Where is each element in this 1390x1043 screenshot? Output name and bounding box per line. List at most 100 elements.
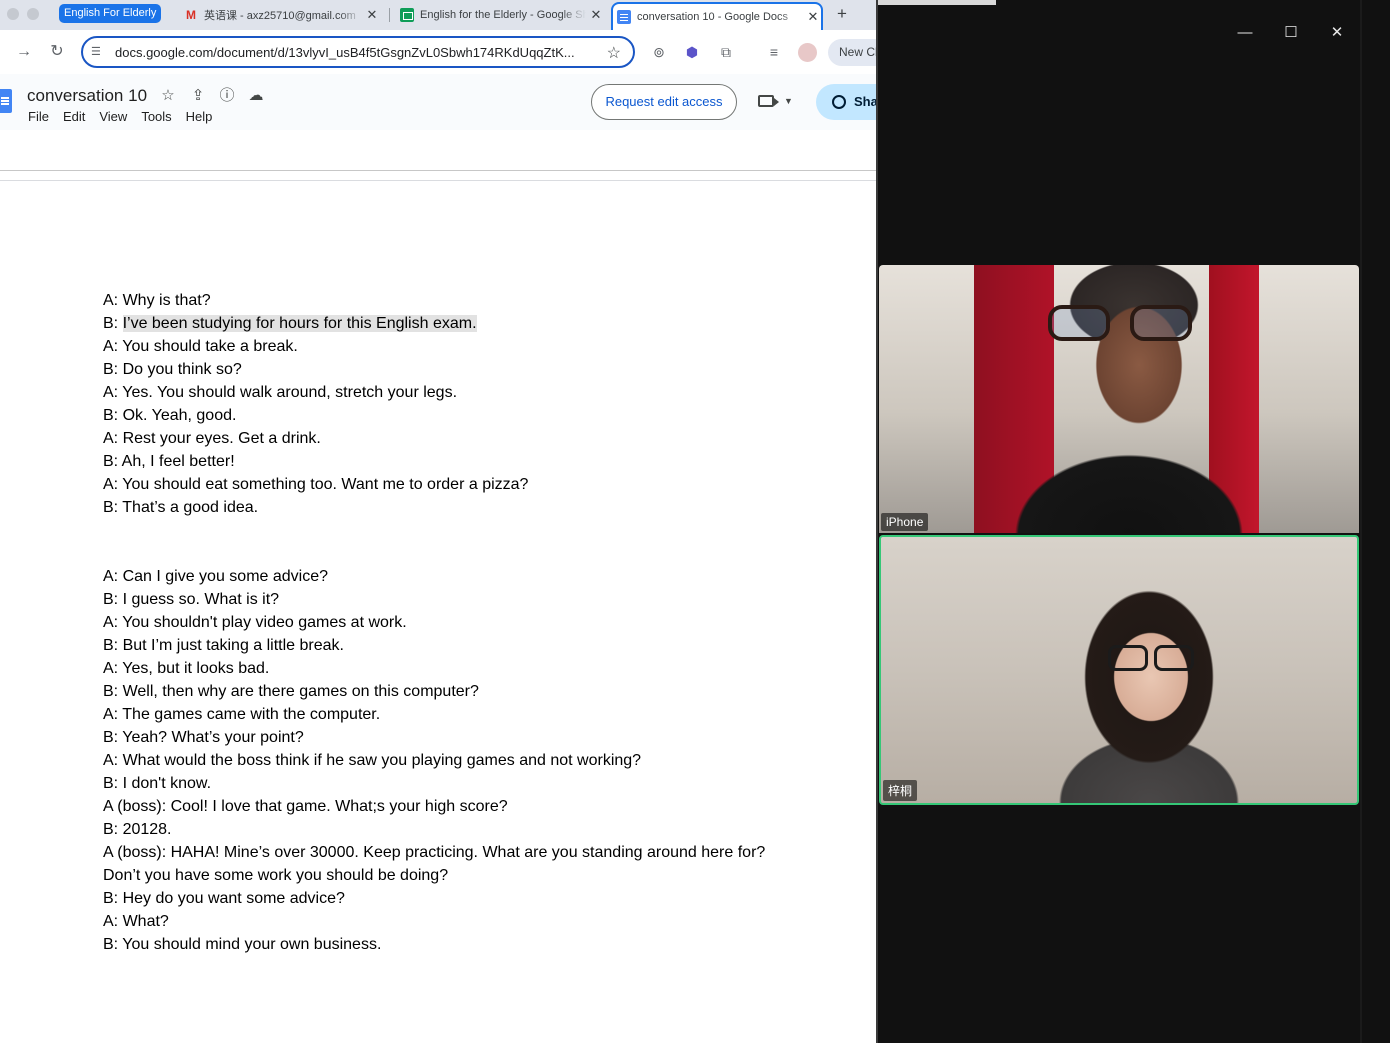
dialogue-line: A: Yes. You should walk around, stretch … — [103, 384, 458, 401]
video-call-window: — ☐ ✕ iPhone 梓桐 — [878, 0, 1390, 1043]
dialogue-line: B: I don't know. — [103, 775, 212, 792]
extensions-puzzle-icon[interactable]: ⧉ — [717, 43, 735, 61]
new-chrome-available-button[interactable]: New Chrome available — [828, 39, 878, 66]
highlighted-text[interactable]: I’ve been studying for hours for this En… — [122, 315, 477, 332]
tab-group-label[interactable]: English For Elderly — [59, 4, 162, 23]
menu-bar: File Edit View Tools Help — [28, 109, 226, 124]
tab-separator — [389, 8, 390, 22]
globe-icon — [832, 95, 846, 109]
dialogue-line: B: But I’m just taking a little break. — [103, 637, 344, 654]
dialogue-line: A: Can I give you some advice? — [103, 568, 329, 585]
site-settings-icon[interactable]: ☰ — [91, 45, 105, 59]
window-close-dot[interactable] — [7, 8, 19, 20]
participant-name-tag: iPhone — [881, 513, 929, 531]
dialogue-line: B: You should mind your own business. — [103, 936, 382, 953]
close-icon[interactable]: ✕ — [805, 9, 821, 25]
extension-shield-icon[interactable]: ⬢ — [683, 43, 701, 61]
menu-tools[interactable]: Tools — [141, 109, 171, 124]
lens-right — [1130, 305, 1192, 341]
close-icon[interactable]: ✕ — [588, 7, 604, 23]
dialogue-line: A: The games came with the computer. — [103, 706, 381, 723]
menu-help[interactable]: Help — [186, 109, 213, 124]
media-controls-icon[interactable]: ≡ — [765, 43, 783, 61]
page-top-edge — [0, 180, 878, 181]
menu-file[interactable]: File — [28, 109, 49, 124]
dialogue-line: A: What? — [103, 913, 169, 930]
dialogue-line: B: Yeah? What’s your point? — [103, 729, 304, 746]
dialogue-line: B: Well, then why are there games on thi… — [103, 683, 479, 700]
minimize-icon[interactable]: — — [1235, 23, 1255, 43]
toolbar-divider — [0, 170, 878, 171]
forward-icon[interactable]: → — [14, 42, 34, 62]
close-icon[interactable]: ✕ — [364, 7, 380, 23]
sheets-icon — [400, 8, 414, 22]
address-bar[interactable]: ☰ docs.google.com/document/d/13vlyvI_usB… — [81, 36, 635, 68]
docs-logo-icon[interactable] — [0, 89, 12, 113]
docs-icon — [617, 10, 631, 24]
dialogue-line: A: Yes, but it looks bad. — [103, 660, 270, 677]
lens-left — [1108, 645, 1148, 671]
new-tab-button[interactable]: + — [832, 3, 852, 25]
dialogue-line: A: Rest your eyes. Get a drink. — [103, 430, 321, 447]
document-body[interactable]: A: Why is that? B: I’ve been studying fo… — [103, 289, 863, 956]
gmail-icon: M — [186, 8, 196, 22]
glasses-shape — [1034, 295, 1204, 343]
dialogue-line: B: Do you think so? — [103, 361, 242, 378]
speaker-prefix: B: — [103, 315, 123, 332]
meet-button[interactable]: ▼ — [758, 92, 798, 112]
lens-right — [1154, 645, 1194, 671]
dialogue-line: B: I’ve been studying for hours for this… — [103, 312, 863, 335]
video-camera-icon — [758, 95, 779, 108]
tab-title: 英语课 - axz25710@gmail.com — [204, 10, 356, 22]
chevron-down-icon: ▼ — [784, 96, 793, 107]
menu-edit[interactable]: Edit — [63, 109, 85, 124]
info-icon[interactable]: ⓘ — [218, 87, 236, 105]
dialogue-line: Don’t you have some work you should be d… — [103, 867, 449, 884]
tab-docs[interactable]: conversation 10 - Google Docs ✕ — [611, 2, 823, 30]
docs-header: conversation 10 ☆ ⇪ ⓘ ☁ File Edit View T… — [0, 74, 878, 130]
close-icon[interactable]: ✕ — [1327, 23, 1347, 43]
dialogue-line: B: Ah, I feel better! — [103, 453, 235, 470]
cloud-status-icon[interactable]: ☁ — [247, 87, 265, 105]
participant-video-iphone[interactable]: iPhone — [879, 265, 1359, 533]
dialogue-line: B: Hey do you want some advice? — [103, 890, 345, 907]
window-edge-strip — [878, 0, 996, 5]
browser-toolbar: → ↻ ☰ docs.google.com/document/d/13vlyvI… — [0, 30, 878, 74]
maximize-icon[interactable]: ☐ — [1281, 23, 1301, 43]
window-minimize-dot[interactable] — [27, 8, 39, 20]
request-edit-access-button[interactable]: Request edit access — [591, 84, 737, 120]
dialogue-line: B: 20128. — [103, 821, 172, 838]
glasses-shape — [1106, 641, 1196, 673]
share-label: Share — [854, 94, 878, 109]
dialogue-line: A (boss): HAHA! Mine’s over 30000. Keep … — [103, 844, 766, 861]
dialogue-line: A: Why is that? — [103, 292, 211, 309]
bookmark-star-icon[interactable]: ☆ — [607, 43, 621, 63]
dialogue-line: B: Ok. Yeah, good. — [103, 407, 237, 424]
tab-gmail[interactable]: M 英语课 - axz25710@gmail.com ✕ — [180, 2, 380, 28]
dialogue-line: A: You shouldn't play video games at wor… — [103, 614, 407, 631]
tab-bar: English For Elderly M 英语课 - axz25710@gma… — [0, 0, 878, 30]
dialogue-line: A: What would the boss think if he saw y… — [103, 752, 642, 769]
dialogue-line: B: That’s a good idea. — [103, 499, 259, 516]
tab-title: English for the Elderly - Google Sheets — [420, 9, 586, 21]
profile-avatar-icon[interactable] — [798, 43, 817, 62]
tab-sheets[interactable]: English for the Elderly - Google Sheets … — [396, 2, 604, 28]
extension-g-icon[interactable]: ⊚ — [650, 43, 668, 61]
document-title[interactable]: conversation 10 — [27, 86, 147, 106]
tab-title: conversation 10 - Google Docs — [637, 11, 789, 23]
window-right-edge — [1360, 0, 1362, 1043]
participant-name-tag: 梓桐 — [883, 780, 918, 801]
menu-view[interactable]: View — [99, 109, 127, 124]
browser-window: English For Elderly M 英语课 - axz25710@gma… — [0, 0, 878, 1043]
dialogue-line: A: You should eat something too. Want me… — [103, 476, 529, 493]
share-button[interactable]: Share — [816, 84, 878, 120]
star-icon[interactable]: ☆ — [159, 87, 177, 105]
move-to-drive-icon[interactable]: ⇪ — [189, 87, 207, 105]
dialogue-line: A (boss): Cool! I love that game. What;s… — [103, 798, 508, 815]
dialogue-line: B: I guess so. What is it? — [103, 591, 280, 608]
dialogue-line: A: You should take a break. — [103, 338, 298, 355]
participant-video-active-speaker[interactable]: 梓桐 — [879, 535, 1359, 805]
url-text[interactable]: docs.google.com/document/d/13vlyvI_usB4f… — [115, 45, 605, 60]
reload-icon[interactable]: ↻ — [47, 42, 67, 62]
